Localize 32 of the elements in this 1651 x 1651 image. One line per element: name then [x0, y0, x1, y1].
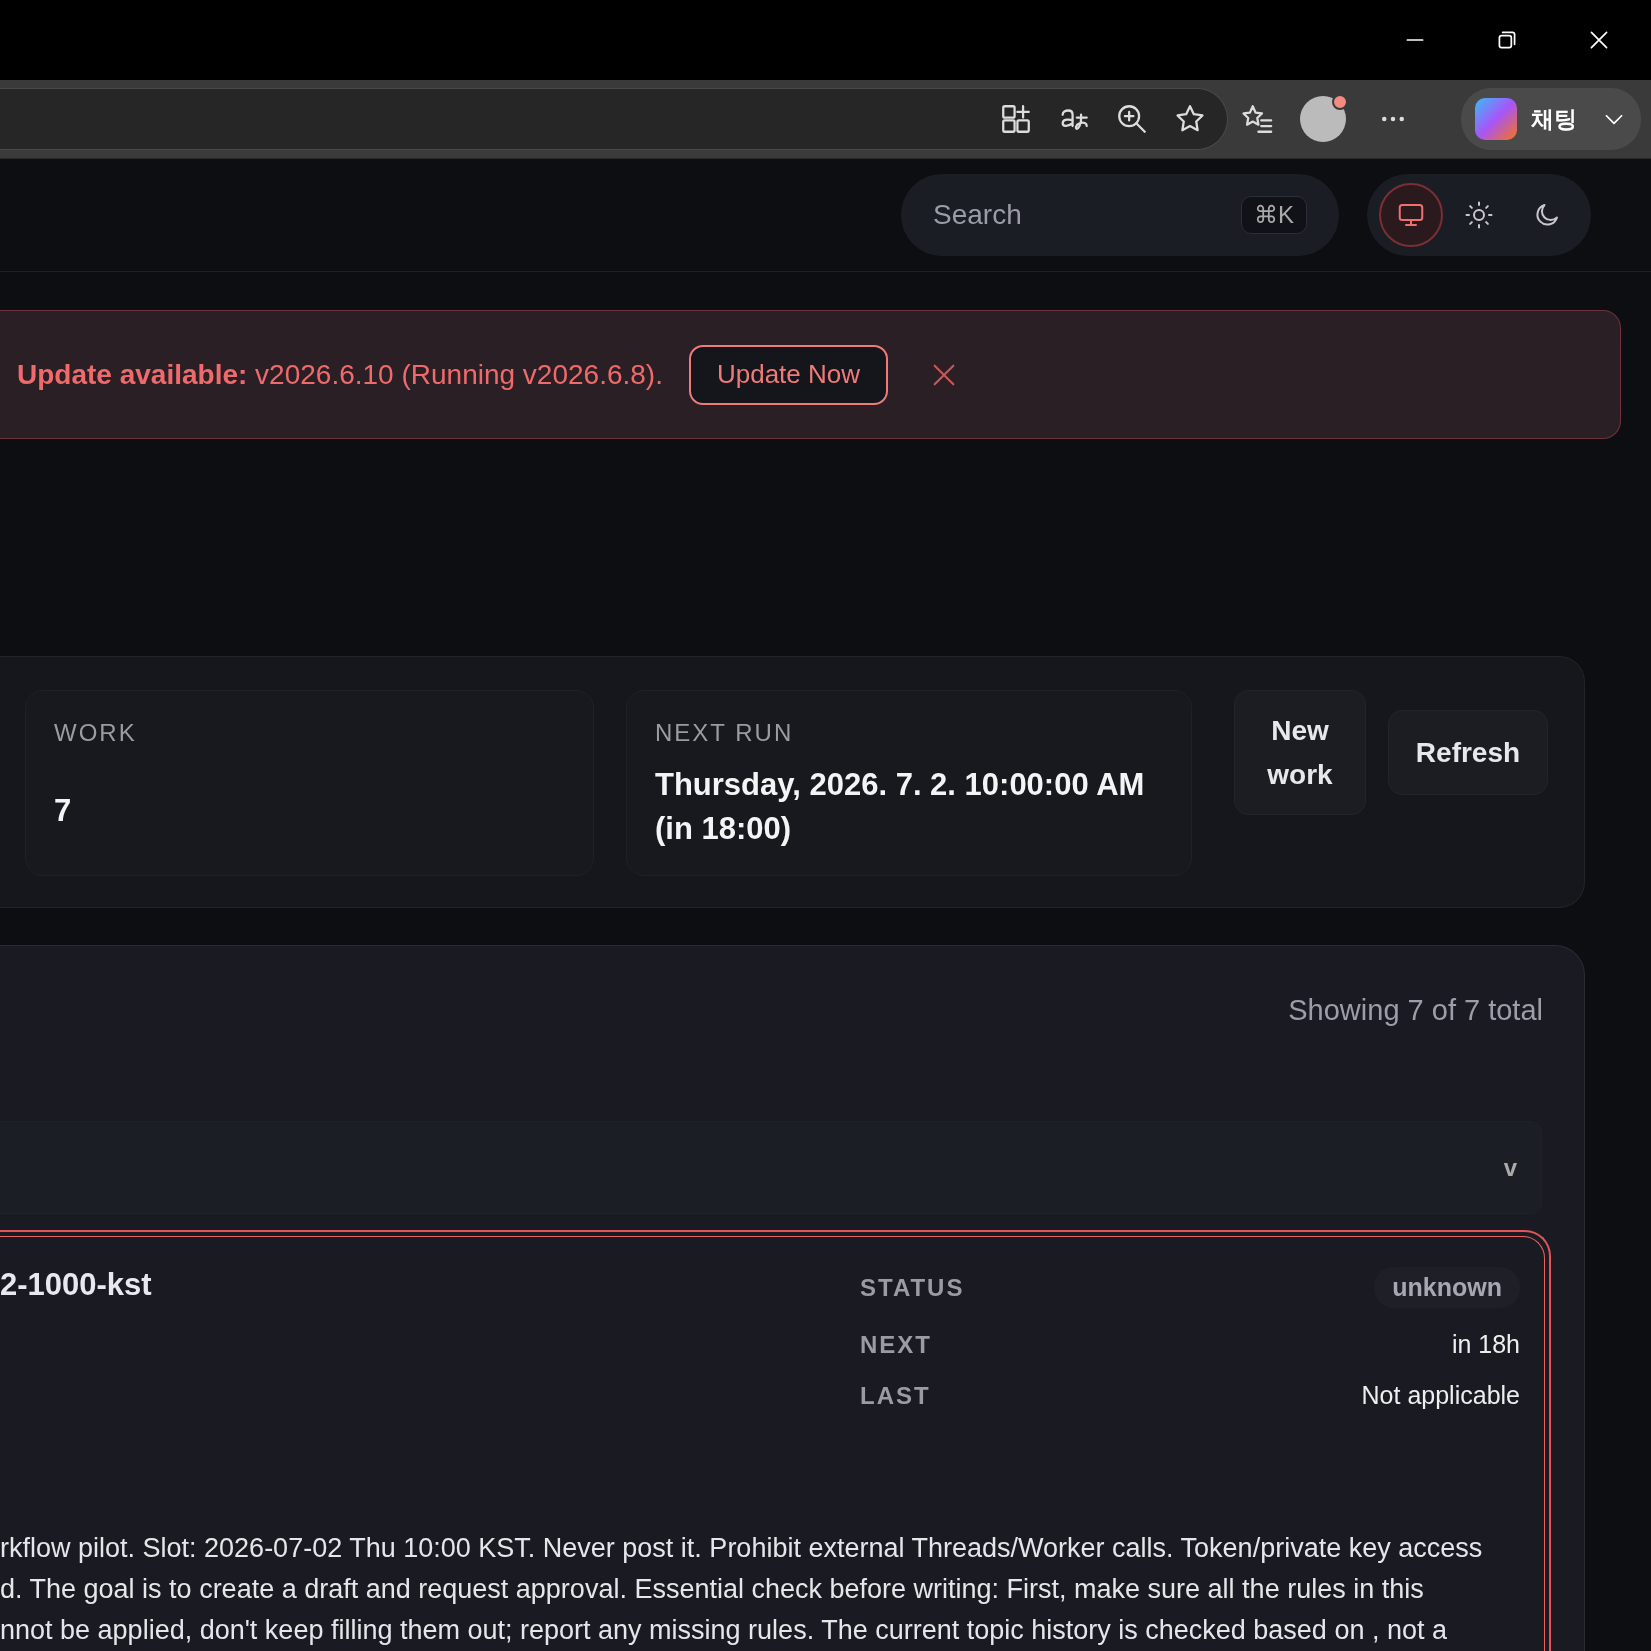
notification-dot — [1332, 94, 1348, 110]
job-name: 2-1000-kst — [0, 1267, 152, 1304]
copilot-logo-icon — [1475, 98, 1517, 140]
description-line: rkflow pilot. Slot: 2026-07-02 Thu 10:00 KST. Never post it. Prohibit external Threads/Worker calls. Token/private key access — [0, 1532, 1484, 1565]
add-tab-icon[interactable] — [999, 102, 1033, 136]
field-label: NEXT — [860, 1330, 933, 1359]
favorites-icon[interactable] — [1240, 102, 1274, 136]
new-work-button[interactable]: New work — [1234, 690, 1366, 815]
field-label: STATUS — [860, 1273, 966, 1302]
field-label: LAST — [860, 1381, 932, 1410]
update-message: Update available: v2026.6.10 (Running v2026.6.8). — [17, 358, 663, 391]
dropdown-caret: v — [1503, 1153, 1517, 1182]
theme-toggle[interactable] — [1379, 183, 1443, 247]
stat-label: NEXT RUN — [655, 719, 795, 747]
copilot-button[interactable]: 채팅 — [1461, 88, 1641, 150]
update-now-button[interactable]: Update Now — [688, 344, 888, 405]
stat-value: 7 — [54, 792, 73, 830]
filter-dropdown[interactable]: v — [0, 1121, 1542, 1214]
job-card[interactable] — [0, 1230, 1551, 1651]
description-line: nnot be applied, don't keep filling them out; report any missing rules. The current topic history is checked based on , not a — [0, 1614, 1448, 1647]
sun-icon — [1464, 200, 1494, 230]
status-badge: unknown — [1374, 1267, 1520, 1308]
stat-value: Thursday, 2026. 7. 2. 10:00:00 AM (in 18:00) — [655, 766, 1146, 848]
results-count: Showing 7 of 7 total — [1288, 994, 1544, 1027]
stat-label: WORK — [54, 719, 138, 747]
refresh-button[interactable]: Refresh — [1388, 710, 1548, 795]
shortcut-hint: ⌘K — [1241, 196, 1307, 234]
description-line: d. The goal is to create a draft and request approval. Essential check before writing: First, make sure all the rules in this — [0, 1573, 1425, 1606]
field-value: Not applicable — [1361, 1381, 1520, 1410]
profile-avatar[interactable] — [1300, 96, 1346, 142]
field-value: in 18h — [1451, 1330, 1520, 1359]
zoom-in-icon[interactable] — [1115, 102, 1149, 136]
